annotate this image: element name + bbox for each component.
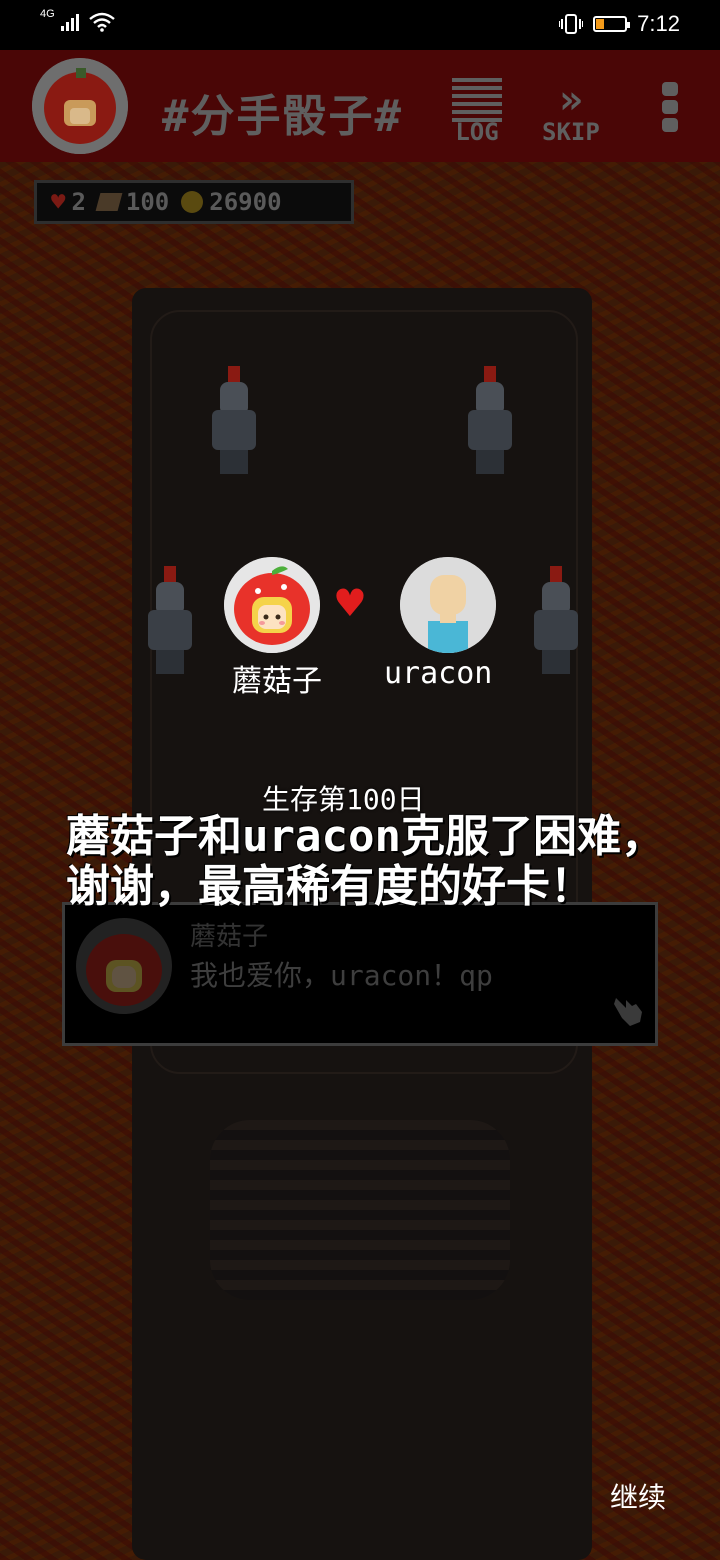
vibrate-icon xyxy=(559,14,584,34)
knight-statue xyxy=(462,366,516,476)
partner-right-name: uracon xyxy=(384,656,493,691)
hearts-stat: ♥ 2 xyxy=(51,188,86,216)
menu-dot-icon xyxy=(662,82,678,96)
strawberry-girl-icon xyxy=(86,934,162,1006)
partner-left-avatar xyxy=(224,557,320,653)
clock: 7:12 xyxy=(637,11,680,36)
coins-stat: 26900 xyxy=(181,188,282,216)
knight-statue xyxy=(528,566,582,676)
page-title: #分手骰子# xyxy=(162,91,403,142)
heart-icon: ♥ xyxy=(336,576,364,630)
menu-dot-icon xyxy=(662,118,678,132)
more-menu-button[interactable] xyxy=(662,82,680,136)
signal-icon xyxy=(60,14,79,31)
wifi-icon xyxy=(88,12,115,32)
log-icon xyxy=(452,78,502,122)
battery-icon xyxy=(593,16,631,32)
skip-label: SKIP xyxy=(542,118,600,146)
heart-icon: ♥ xyxy=(51,188,66,216)
fast-forward-icon: » xyxy=(558,77,583,123)
books-stat: 100 xyxy=(95,188,170,216)
skip-button[interactable]: » SKIP xyxy=(542,78,600,146)
status-left: 4G xyxy=(40,8,115,32)
player-avatar[interactable] xyxy=(32,58,128,154)
battery-level xyxy=(596,19,605,29)
partner-left-name: 蘑菇子 xyxy=(232,664,322,699)
resource-panel: ♥ 2 100 26900 xyxy=(34,180,354,224)
strawberry-girl-icon xyxy=(32,58,128,154)
status-bar: 4G 7:12 xyxy=(0,0,720,50)
dialog-speaker-name: 蘑菇子 xyxy=(190,922,269,952)
menu-dot-icon xyxy=(662,100,678,114)
stairs xyxy=(210,1120,510,1300)
books-count: 100 xyxy=(125,188,170,216)
speaker-avatar xyxy=(76,918,172,1014)
log-button[interactable]: LOG xyxy=(452,78,502,146)
default-user-icon xyxy=(400,557,496,653)
coin-icon xyxy=(181,191,204,213)
book-icon xyxy=(95,193,123,211)
continue-button[interactable]: 继续 xyxy=(610,1476,666,1516)
log-label: LOG xyxy=(455,118,499,146)
knight-statue xyxy=(206,366,260,476)
coins-count: 26900 xyxy=(209,188,282,216)
hearts-count: 2 xyxy=(71,188,86,216)
strawberry-girl-icon xyxy=(224,557,320,653)
network-type: 4G xyxy=(40,8,55,20)
dialog-text: 我也爱你，uracon！qp xyxy=(190,959,493,992)
partner-right-avatar xyxy=(400,557,496,653)
knight-statue xyxy=(142,566,196,676)
pointing-hand-icon xyxy=(614,998,642,1026)
event-headline: 蘑菇子和uracon克服了困难，谢谢，最高稀有度的好卡！ xyxy=(66,811,665,912)
status-right: 7:12 xyxy=(559,11,680,37)
